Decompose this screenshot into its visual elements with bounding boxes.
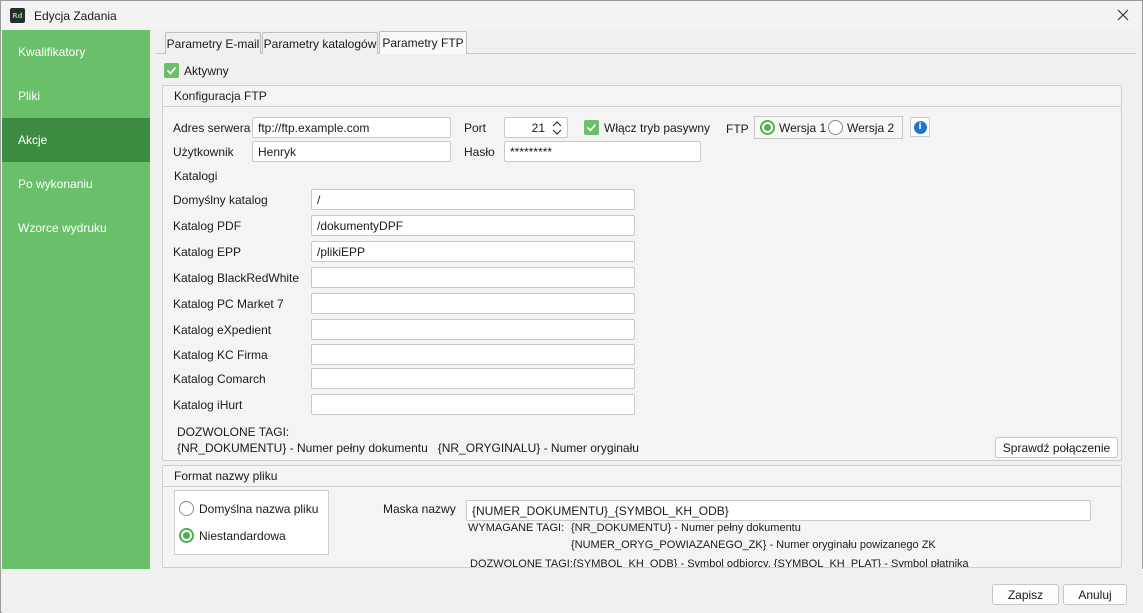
- option-default[interactable]: Domyślna nazwa pliku: [179, 501, 318, 516]
- file-name-format-group: Format nazwy pliku Domyślna nazwa pliku …: [162, 465, 1122, 568]
- sidebar-item-po-wykonaniu[interactable]: Po wykonaniu: [2, 162, 150, 206]
- version1-option[interactable]: Wersja 1: [760, 120, 826, 135]
- catalog-input[interactable]: /plikiEPP: [311, 241, 635, 262]
- server-label: Adres serwera: [173, 121, 251, 135]
- catalog-input[interactable]: [311, 368, 635, 389]
- option-custom[interactable]: Niestandardowa: [179, 528, 286, 543]
- version1-label: Wersja 1: [779, 120, 827, 135]
- required-tag-1: {NR_DOKUMENTU} - Numer pełny dokumentu: [571, 522, 801, 534]
- version2-option[interactable]: Wersja 2: [828, 120, 894, 135]
- catalog-label: Katalog EPP: [173, 245, 242, 259]
- close-icon[interactable]: [1114, 6, 1132, 24]
- title-bar: Rd Edycja Zadania: [1, 1, 1142, 30]
- catalog-label: Domyślny katalog: [173, 193, 268, 207]
- active-checkbox[interactable]: [164, 63, 179, 78]
- name-option-box: Domyślna nazwa pliku Niestandardowa: [174, 490, 329, 555]
- passive-mode-row[interactable]: Włącz tryb pasywny: [584, 120, 710, 135]
- tab-parametry-email[interactable]: Parametry E-mail: [165, 32, 261, 54]
- version2-radio[interactable]: [828, 120, 843, 135]
- info-icon: i: [913, 120, 927, 134]
- required-tag-2: {NUMER_ORYG_POWIAZANEGO_ZK} - Numer oryg…: [571, 539, 936, 551]
- app-logo-icon: Rd: [10, 8, 25, 23]
- footer-bar: Zapisz Anuluj: [2, 569, 1143, 613]
- port-label: Port: [464, 121, 487, 135]
- mask-label: Maska nazwy: [383, 502, 456, 516]
- dialog-window: Rd Edycja Zadania Kwalifikatory Pliki Ak…: [0, 0, 1143, 613]
- catalog-label: Katalog PDF: [173, 219, 242, 233]
- option-custom-label: Niestandardowa: [199, 528, 286, 543]
- option-default-radio[interactable]: [179, 501, 194, 516]
- catalog-input[interactable]: /dokumentyDPF: [311, 215, 635, 236]
- sidebar-item-kwalifikatory[interactable]: Kwalifikatory: [2, 30, 150, 74]
- password-label: Hasło: [464, 145, 495, 159]
- user-label: Użytkownik: [173, 145, 234, 159]
- catalog-label: Katalog BlackRedWhite: [173, 271, 300, 285]
- catalog-input[interactable]: [311, 344, 635, 365]
- catalog-label: Katalog PC Market 7: [173, 297, 284, 311]
- active-checkbox-row[interactable]: Aktywny: [164, 63, 229, 78]
- cancel-button[interactable]: Anuluj: [1063, 584, 1127, 605]
- passive-mode-checkbox[interactable]: [584, 120, 599, 135]
- file-name-format-title: Format nazwy pliku: [163, 466, 1121, 487]
- ftp-version-group: Wersja 1 Wersja 2: [754, 116, 903, 139]
- catalog-input[interactable]: [311, 267, 635, 288]
- test-connection-button[interactable]: Sprawdź połączenie: [995, 437, 1118, 458]
- port-stepper[interactable]: 21: [504, 117, 568, 138]
- sidebar: Kwalifikatory Pliki Akcje Po wykonaniu W…: [2, 30, 150, 569]
- version1-radio[interactable]: [760, 120, 775, 135]
- sidebar-item-wzorce-wydruku[interactable]: Wzorce wydruku: [2, 206, 150, 250]
- ftp-version-label: FTP: [726, 122, 749, 136]
- catalogs-header: Katalogi: [174, 169, 218, 183]
- required-tags-label: WYMAGANE TAGI:: [468, 522, 565, 534]
- sidebar-item-pliki[interactable]: Pliki: [2, 74, 150, 118]
- catalog-label: Katalog iHurt: [173, 398, 243, 412]
- tab-parametry-ftp[interactable]: Parametry FTP: [379, 31, 467, 54]
- catalog-input[interactable]: /: [311, 189, 635, 210]
- ftp-config-title: Konfiguracja FTP: [163, 86, 1121, 107]
- catalog-label: Katalog eXpedient: [173, 323, 272, 337]
- sidebar-item-akcje[interactable]: Akcje: [2, 118, 150, 162]
- option-default-label: Domyślna nazwa pliku: [199, 501, 319, 516]
- info-button[interactable]: i: [910, 117, 930, 137]
- password-input[interactable]: *********: [504, 141, 701, 162]
- server-input[interactable]: ftp://ftp.example.com: [252, 117, 451, 138]
- catalog-label: Katalog KC Firma: [173, 348, 268, 362]
- active-checkbox-label: Aktywny: [184, 63, 229, 78]
- spin-arrows-icon[interactable]: [550, 120, 564, 136]
- catalog-label: Katalog Comarch: [173, 372, 266, 386]
- version2-label: Wersja 2: [847, 120, 895, 135]
- allowed-tags-title: DOZWOLONE TAGI:: [177, 425, 290, 439]
- port-value: 21: [531, 120, 545, 135]
- allowed-tags-mask-line: DOZWOLONE TAGI:{SYMBOL_KH_ODB} - Symbol …: [470, 558, 969, 568]
- catalog-input[interactable]: [311, 319, 635, 340]
- user-input[interactable]: Henryk: [252, 141, 451, 162]
- catalog-input[interactable]: [311, 293, 635, 314]
- allowed-tags-line: {NR_DOKUMENTU} - Numer pełny dokumentu {…: [177, 441, 639, 455]
- save-button[interactable]: Zapisz: [992, 584, 1059, 605]
- tab-parametry-katalogow[interactable]: Parametry katalogów: [262, 32, 378, 54]
- passive-mode-label: Włącz tryb pasywny: [604, 120, 711, 135]
- catalog-input[interactable]: [311, 394, 635, 415]
- window-title: Edycja Zadania: [34, 9, 117, 23]
- option-custom-radio[interactable]: [179, 528, 194, 543]
- mask-input[interactable]: {NUMER_DOKUMENTU}_{SYMBOL_KH_ODB}: [466, 500, 1091, 521]
